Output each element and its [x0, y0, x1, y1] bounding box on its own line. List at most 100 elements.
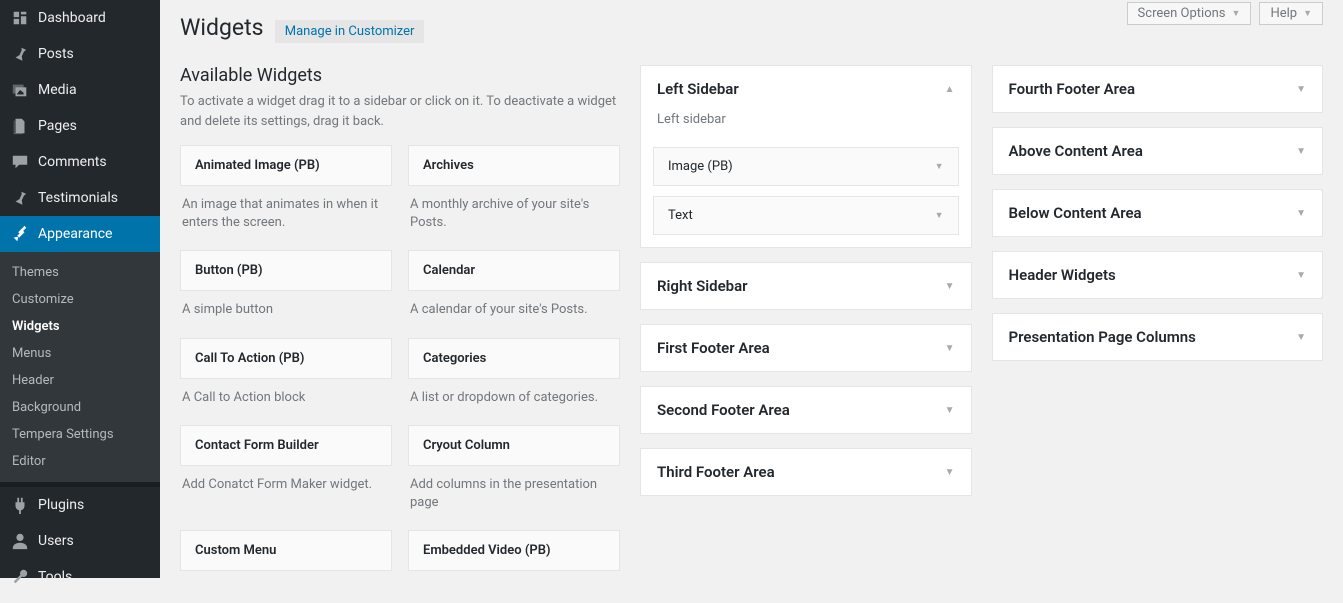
widget-area-header[interactable]: Presentation Page Columns▼	[993, 314, 1323, 360]
available-widget-animated-image-pb-: Animated Image (PB)An image that animate…	[180, 145, 392, 246]
available-widget-button-pb-: Button (PB)A simple button	[180, 250, 392, 333]
screen-options-button[interactable]: Screen Options ▼	[1127, 2, 1252, 25]
available-widget-title[interactable]: Button (PB)	[180, 250, 392, 291]
available-widget-title[interactable]: Animated Image (PB)	[180, 145, 392, 186]
widget-areas-columns: Left Sidebar▲Left sidebarImage (PB)▼Text…	[640, 65, 1323, 603]
manage-in-customizer-link[interactable]: Manage in Customizer	[275, 20, 425, 43]
widget-area-below-content-area: Below Content Area▼	[992, 189, 1324, 237]
menu-item-label: Plugins	[38, 497, 84, 513]
available-widget-desc: A monthly archive of your site's Posts.	[408, 186, 620, 246]
caret-down-icon: ▼	[945, 343, 955, 354]
widget-area-header-widgets: Header Widgets▼	[992, 251, 1324, 299]
available-widgets-desc: To activate a widget drag it to a sideba…	[180, 92, 620, 131]
caret-down-icon: ▼	[1296, 208, 1306, 219]
available-widget-title[interactable]: Categories	[408, 338, 620, 379]
menu-item-testimonials[interactable]: Testimonials	[0, 180, 160, 216]
available-widget-desc	[180, 571, 392, 599]
menu-item-label: Tools	[38, 569, 72, 585]
placed-widget-image-pb-[interactable]: Image (PB)▼	[653, 147, 959, 186]
submenu-item-editor[interactable]: Editor	[0, 448, 160, 475]
available-widget-desc: A list or dropdown of categories.	[408, 379, 620, 421]
dashboard-icon	[10, 8, 30, 28]
widget-area-header[interactable]: Fourth Footer Area▼	[993, 66, 1323, 112]
available-widget-cryout-column: Cryout ColumnAdd columns in the presenta…	[408, 425, 620, 526]
available-widget-title[interactable]: Contact Form Builder	[180, 425, 392, 466]
caret-down-icon: ▼	[1232, 8, 1241, 19]
menu-item-label: Appearance	[38, 226, 112, 242]
widget-area-header[interactable]: First Footer Area ▼	[641, 325, 971, 371]
placed-widget-text[interactable]: Text ▼	[653, 196, 959, 235]
widget-area-title: Third Footer Area	[657, 463, 775, 481]
menu-item-label: Pages	[38, 118, 77, 134]
available-widget-title[interactable]: Custom Menu	[180, 530, 392, 571]
widget-area-title: Above Content Area	[1009, 142, 1143, 160]
widget-area-header[interactable]: Left Sidebar▲	[641, 66, 971, 112]
submenu-item-themes[interactable]: Themes	[0, 259, 160, 286]
available-widget-title[interactable]: Cryout Column	[408, 425, 620, 466]
available-widget-desc: A Call to Action block	[180, 379, 392, 421]
widget-area-presentation-page-columns: Presentation Page Columns▼	[992, 313, 1324, 361]
widget-area-header[interactable]: Above Content Area▼	[993, 128, 1323, 174]
caret-down-icon: ▼	[945, 281, 955, 292]
available-widget-contact-form-builder: Contact Form BuilderAdd Conatct Form Mak…	[180, 425, 392, 526]
available-widget-title[interactable]: Archives	[408, 145, 620, 186]
menu-item-users[interactable]: Users	[0, 523, 160, 559]
menu-item-label: Users	[38, 533, 74, 549]
widget-area-header[interactable]: Second Footer Area▼	[641, 387, 971, 433]
menu-item-media[interactable]: Media	[0, 72, 160, 108]
submenu-item-header[interactable]: Header	[0, 367, 160, 394]
help-button[interactable]: Help▼	[1259, 2, 1323, 25]
media-icon	[10, 80, 30, 100]
help-label: Help	[1270, 6, 1297, 21]
menu-item-dashboard[interactable]: Dashboard	[0, 0, 160, 36]
widget-area-fourth-footer-area: Fourth Footer Area▼	[992, 65, 1324, 113]
widget-area-second-footer-area: Second Footer Area▼	[640, 386, 972, 434]
available-widgets-heading: Available Widgets	[180, 65, 620, 86]
submenu-appearance: ThemesCustomizeWidgetsMenusHeaderBackgro…	[0, 252, 160, 482]
available-widget-archives: ArchivesA monthly archive of your site's…	[408, 145, 620, 246]
available-widgets-column: Available Widgets To activate a widget d…	[180, 65, 620, 603]
caret-down-icon: ▼	[935, 210, 944, 221]
available-widget-title[interactable]: Embedded Video (PB)	[408, 530, 620, 571]
caret-down-icon: ▼	[945, 467, 955, 478]
submenu-item-widgets[interactable]: Widgets	[0, 313, 160, 340]
menu-item-plugins[interactable]: Plugins	[0, 487, 160, 523]
available-widget-embedded-video-pb-: Embedded Video (PB)	[408, 530, 620, 599]
widget-area-first-footer-area: First Footer Area ▼	[640, 324, 972, 372]
widget-areas-left-col: Left Sidebar▲Left sidebarImage (PB)▼Text…	[640, 65, 972, 603]
available-widget-desc: A simple button	[180, 291, 392, 333]
admin-sidebar: DashboardPostsMedia Pages CommentsTestimon…	[0, 0, 160, 578]
menu-item-appearance[interactable]: Appearance	[0, 216, 160, 252]
available-widget-desc: A calendar of your site's Posts.	[408, 291, 620, 333]
widget-area-third-footer-area: Third Footer Area ▼	[640, 448, 972, 496]
widget-area-body: Image (PB)▼ Text ▼	[641, 147, 971, 247]
menu-item-pages[interactable]: Pages	[0, 108, 160, 144]
widget-area-title: Fourth Footer Area	[1009, 80, 1136, 98]
widget-area-header[interactable]: Right Sidebar▼	[641, 263, 971, 309]
top-toolbar: Screen Options ▼ Help▼	[1127, 2, 1323, 25]
submenu-item-customize[interactable]: Customize	[0, 286, 160, 313]
available-widget-title[interactable]: Call To Action (PB)	[180, 338, 392, 379]
submenu-item-background[interactable]: Background	[0, 394, 160, 421]
widget-area-title: First Footer Area	[657, 339, 770, 357]
screen-options-label: Screen Options	[1138, 6, 1226, 21]
available-widget-desc: Add columns in the presentation page	[408, 466, 620, 526]
caret-down-icon: ▼	[1296, 332, 1306, 343]
available-widget-title[interactable]: Calendar	[408, 250, 620, 291]
menu-item-posts[interactable]: Posts	[0, 36, 160, 72]
menu-item-tools[interactable]: Tools	[0, 559, 160, 595]
widget-area-header[interactable]: Header Widgets▼	[993, 252, 1323, 298]
available-widgets-grid: Animated Image (PB)An image that animate…	[180, 145, 620, 603]
widget-area-header[interactable]: Below Content Area▼	[993, 190, 1323, 236]
available-widget-desc: An image that animates in when it enters…	[180, 186, 392, 246]
menu-item-comments[interactable]: Comments	[0, 144, 160, 180]
available-widget-desc	[408, 571, 620, 599]
submenu-item-menus[interactable]: Menus	[0, 340, 160, 367]
widget-area-right-sidebar: Right Sidebar▼	[640, 262, 972, 310]
submenu-item-tempera-settings[interactable]: Tempera Settings	[0, 421, 160, 448]
widget-area-header[interactable]: Third Footer Area ▼	[641, 449, 971, 495]
placed-widget-title: Text	[668, 208, 693, 223]
available-widget-call-to-action-pb-: Call To Action (PB)A Call to Action bloc…	[180, 338, 392, 421]
widget-area-title: Left Sidebar	[657, 80, 739, 98]
available-widget-desc: Add Conatct Form Maker widget.	[180, 466, 392, 508]
